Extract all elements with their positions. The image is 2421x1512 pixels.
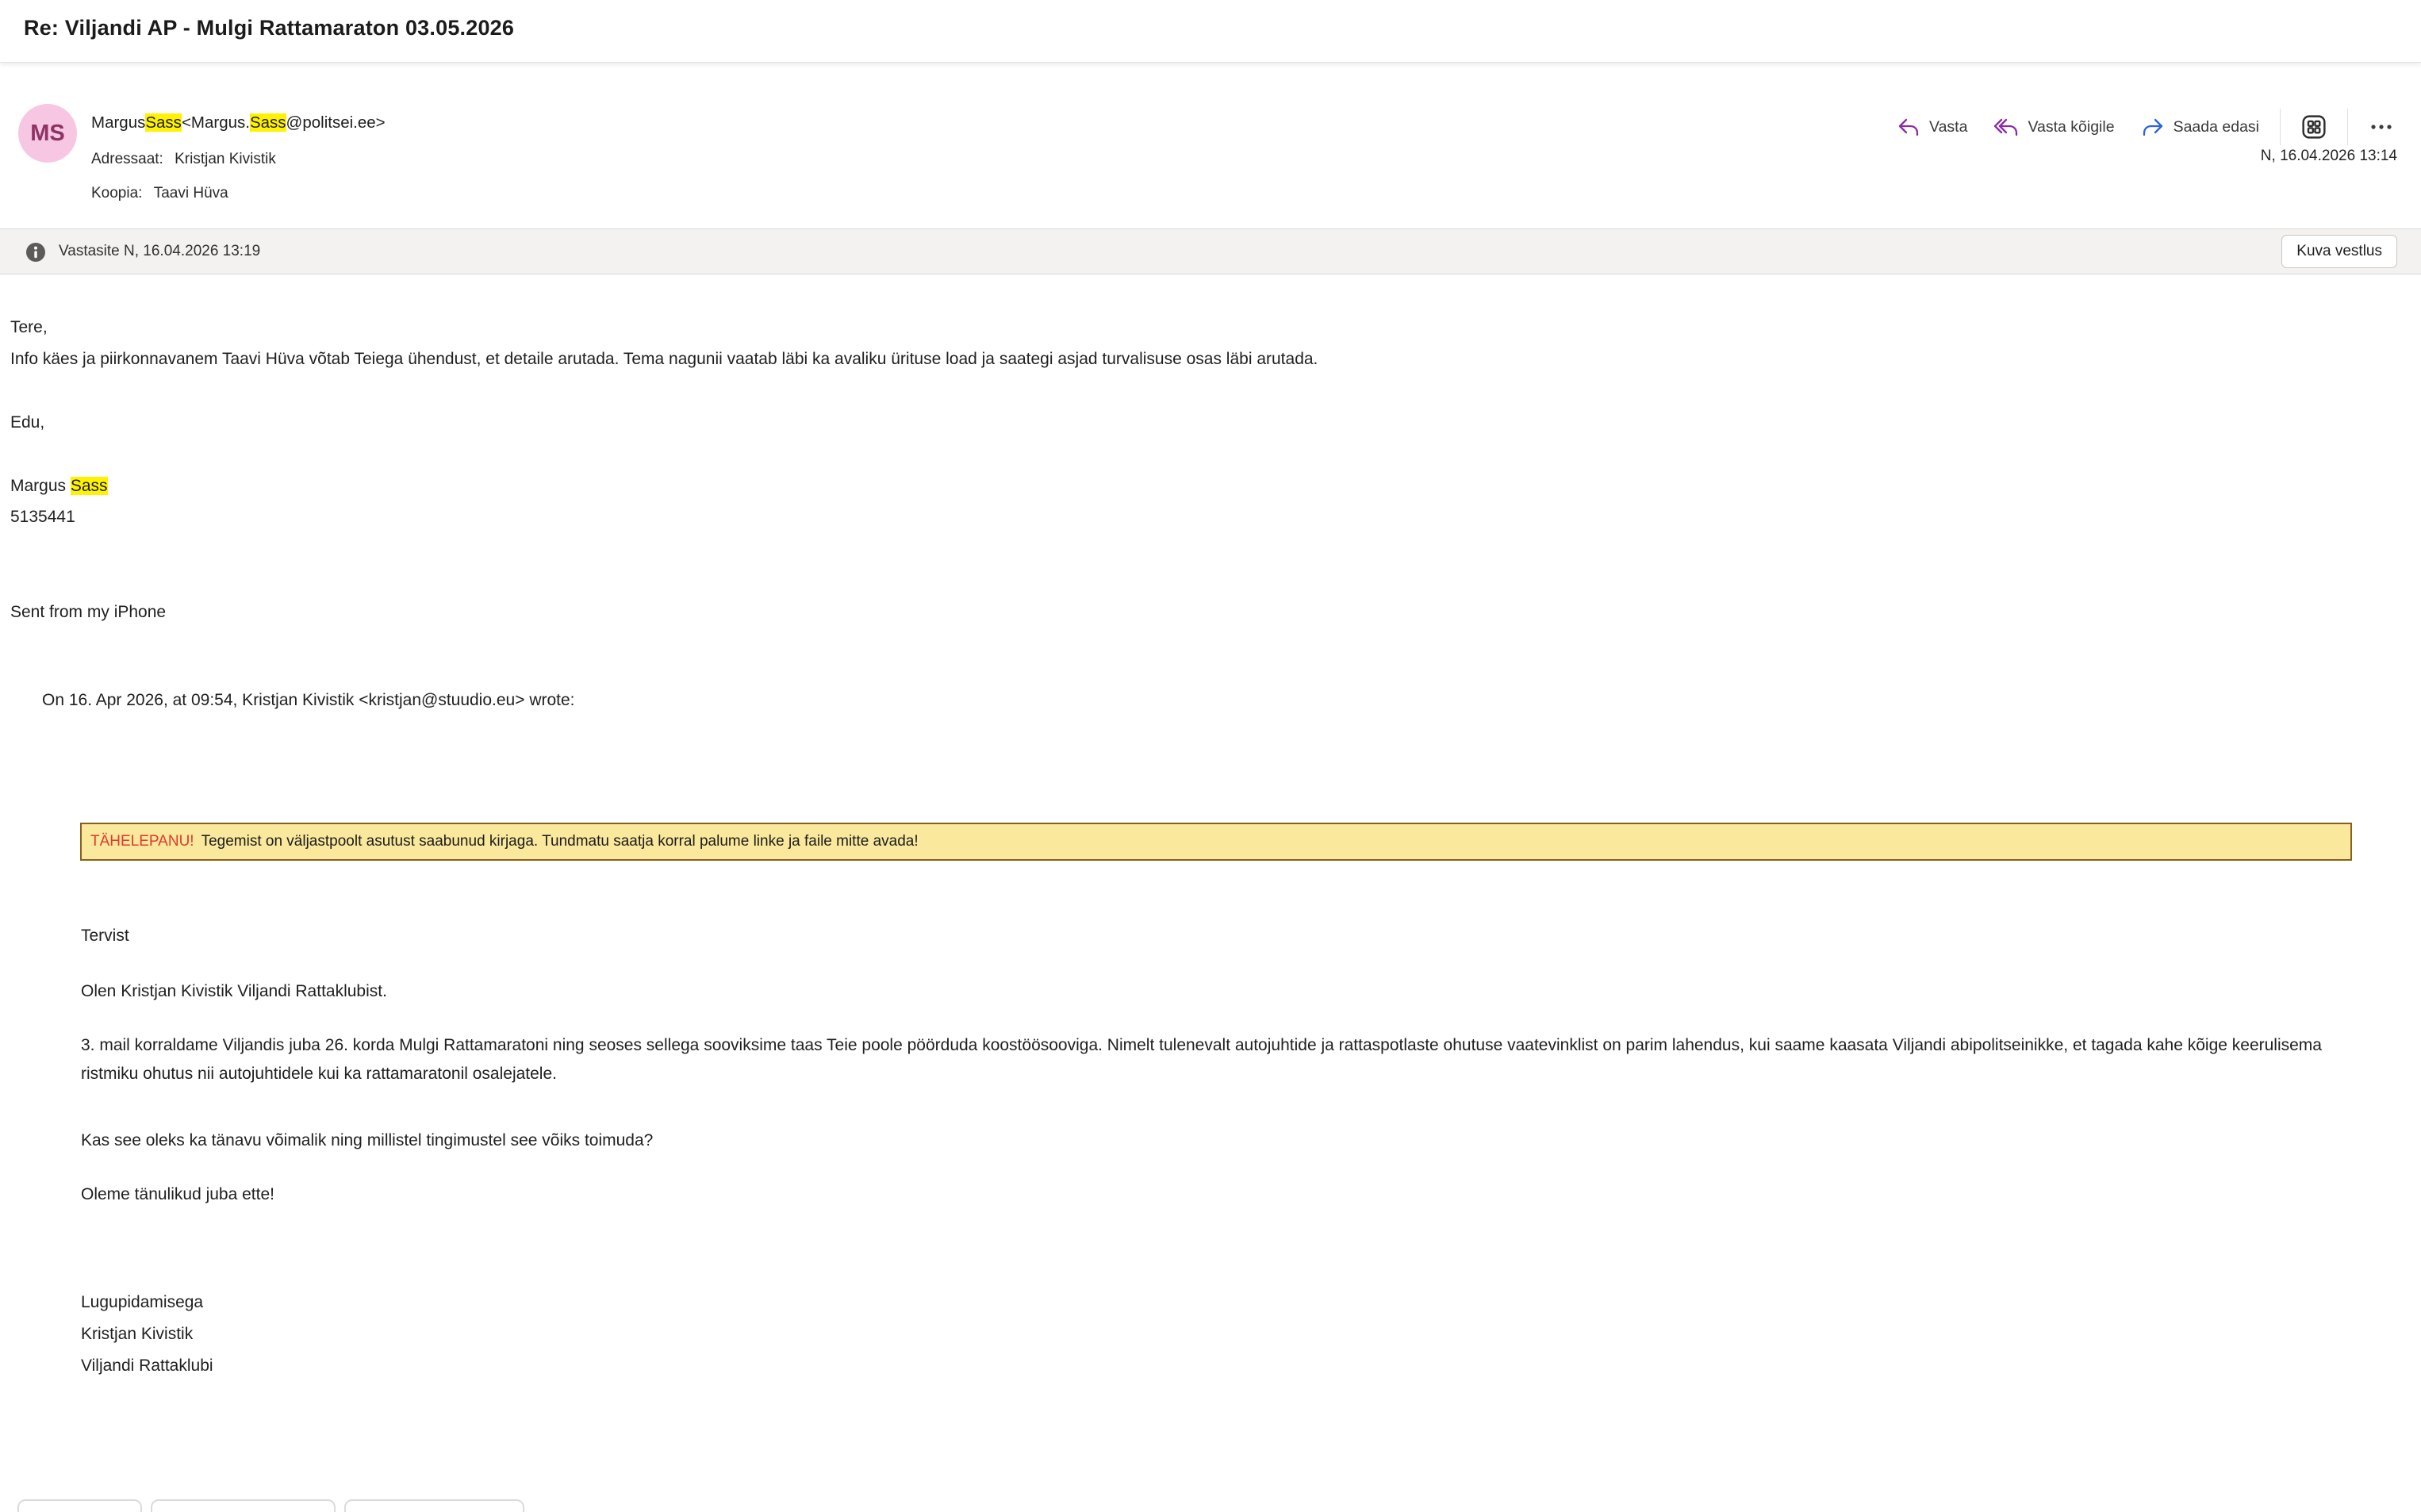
show-conversation-label: Kuva vestlus — [2296, 243, 2382, 260]
quoted-intro: Olen Kristjan Kivistik Viljandi Rattaklu… — [81, 980, 387, 1003]
cc-row: Koopia: Taavi Hüva — [91, 185, 228, 202]
sender-email-open: <Margus. — [182, 113, 250, 132]
replied-status-text: Vastasite N, 16.04.2026 13:19 — [59, 243, 260, 260]
avatar-initials: MS — [30, 121, 65, 147]
info-icon — [25, 242, 46, 263]
search-highlight: Sass — [145, 113, 182, 132]
reply-all-button[interactable]: Vasta kõigile — [1989, 114, 2119, 140]
body-signature-name: Margus Sass — [10, 475, 108, 497]
subject-bar: Re: Viljandi AP - Mulgi Rattamaraton 03.… — [0, 0, 2421, 63]
quoted-paragraph: 3. mail korraldame Viljandis juba 26. ko… — [81, 1031, 2359, 1088]
message-header: MS MargusSass<Margus.Sass@politsei.ee> A… — [0, 63, 2421, 228]
sender-email-close: @politsei.ee> — [286, 113, 386, 132]
sender-name: Margus — [91, 113, 145, 132]
warning-text: Tegemist on väljastpoolt asutust saabunu… — [201, 833, 919, 850]
search-highlight: Sass — [250, 113, 286, 132]
replied-info-bar: Vastasite N, 16.04.2026 13:19 Kuva vestl… — [0, 228, 2421, 274]
quoted-greeting: Tervist — [81, 925, 129, 947]
cc-value[interactable]: Taavi Hüva — [154, 185, 228, 201]
sender-avatar[interactable]: MS — [18, 104, 77, 163]
suggested-reply-pill[interactable] — [151, 1499, 336, 1512]
reply-all-label: Vasta kõigile — [2028, 118, 2114, 136]
show-conversation-button[interactable]: Kuva vestlus — [2281, 235, 2397, 268]
quoted-signature-name: Kristjan Kivistik — [81, 1323, 193, 1345]
quote-attribution-line: On 16. Apr 2026, at 09:54, Kristjan Kivi… — [42, 689, 575, 712]
forward-icon — [2142, 117, 2164, 136]
reply-button[interactable]: Vasta — [1893, 114, 1972, 140]
body-greeting: Tere, — [10, 317, 48, 339]
reply-icon — [1897, 117, 1920, 136]
ellipsis-icon — [2369, 123, 2393, 131]
quoted-thanks: Oleme tänulikud juba ette! — [81, 1184, 274, 1206]
to-value[interactable]: Kristjan Kivistik — [175, 151, 276, 167]
email-reading-pane: Re: Viljandi AP - Mulgi Rattamaraton 03.… — [0, 0, 2421, 1512]
quoted-signature-org: Viljandi Rattaklubi — [81, 1355, 213, 1377]
to-label: Adressaat: — [91, 151, 163, 167]
external-sender-warning: TÄHELEPANU! Tegemist on väljastpoolt asu… — [80, 823, 2352, 861]
apps-grid-icon — [2300, 113, 2327, 140]
body-signature-phone: 5135441 — [10, 506, 75, 528]
body-closing: Edu, — [10, 412, 44, 434]
apps-button[interactable] — [2296, 109, 2331, 144]
actions-divider — [2347, 109, 2348, 145]
signature-first-name: Margus — [10, 477, 71, 495]
suggested-reply-pill[interactable] — [344, 1499, 524, 1512]
more-options-button[interactable] — [2364, 109, 2399, 144]
warning-label: TÄHELEPANU! — [90, 833, 194, 850]
suggested-reply-pill[interactable] — [17, 1499, 142, 1512]
sent-from-line: Sent from my iPhone — [10, 601, 166, 624]
message-actions: Vasta Vasta kõigile — [1893, 109, 2399, 145]
received-date: N, 16.04.2026 13:14 — [2261, 148, 2397, 165]
recipient-row: Adressaat: Kristjan Kivistik — [91, 151, 276, 168]
quoted-signoff: Lugupidamisega — [81, 1291, 203, 1314]
reply-all-icon — [1994, 117, 2018, 136]
reply-label: Vasta — [1929, 118, 1967, 136]
sender-line[interactable]: MargusSass<Margus.Sass@politsei.ee> — [91, 113, 386, 132]
search-highlight: Sass — [71, 477, 108, 495]
quoted-question: Kas see oleks ka tänavu võimalik ning mi… — [81, 1130, 653, 1152]
forward-label: Saada edasi — [2174, 118, 2259, 136]
cc-label: Koopia: — [91, 185, 142, 201]
body-paragraph: Info käes ja piirkonnavanem Taavi Hüva v… — [10, 348, 1318, 370]
actions-divider — [2280, 109, 2281, 145]
forward-button[interactable]: Saada edasi — [2137, 114, 2264, 140]
email-subject: Re: Viljandi AP - Mulgi Rattamaraton 03.… — [24, 16, 514, 40]
